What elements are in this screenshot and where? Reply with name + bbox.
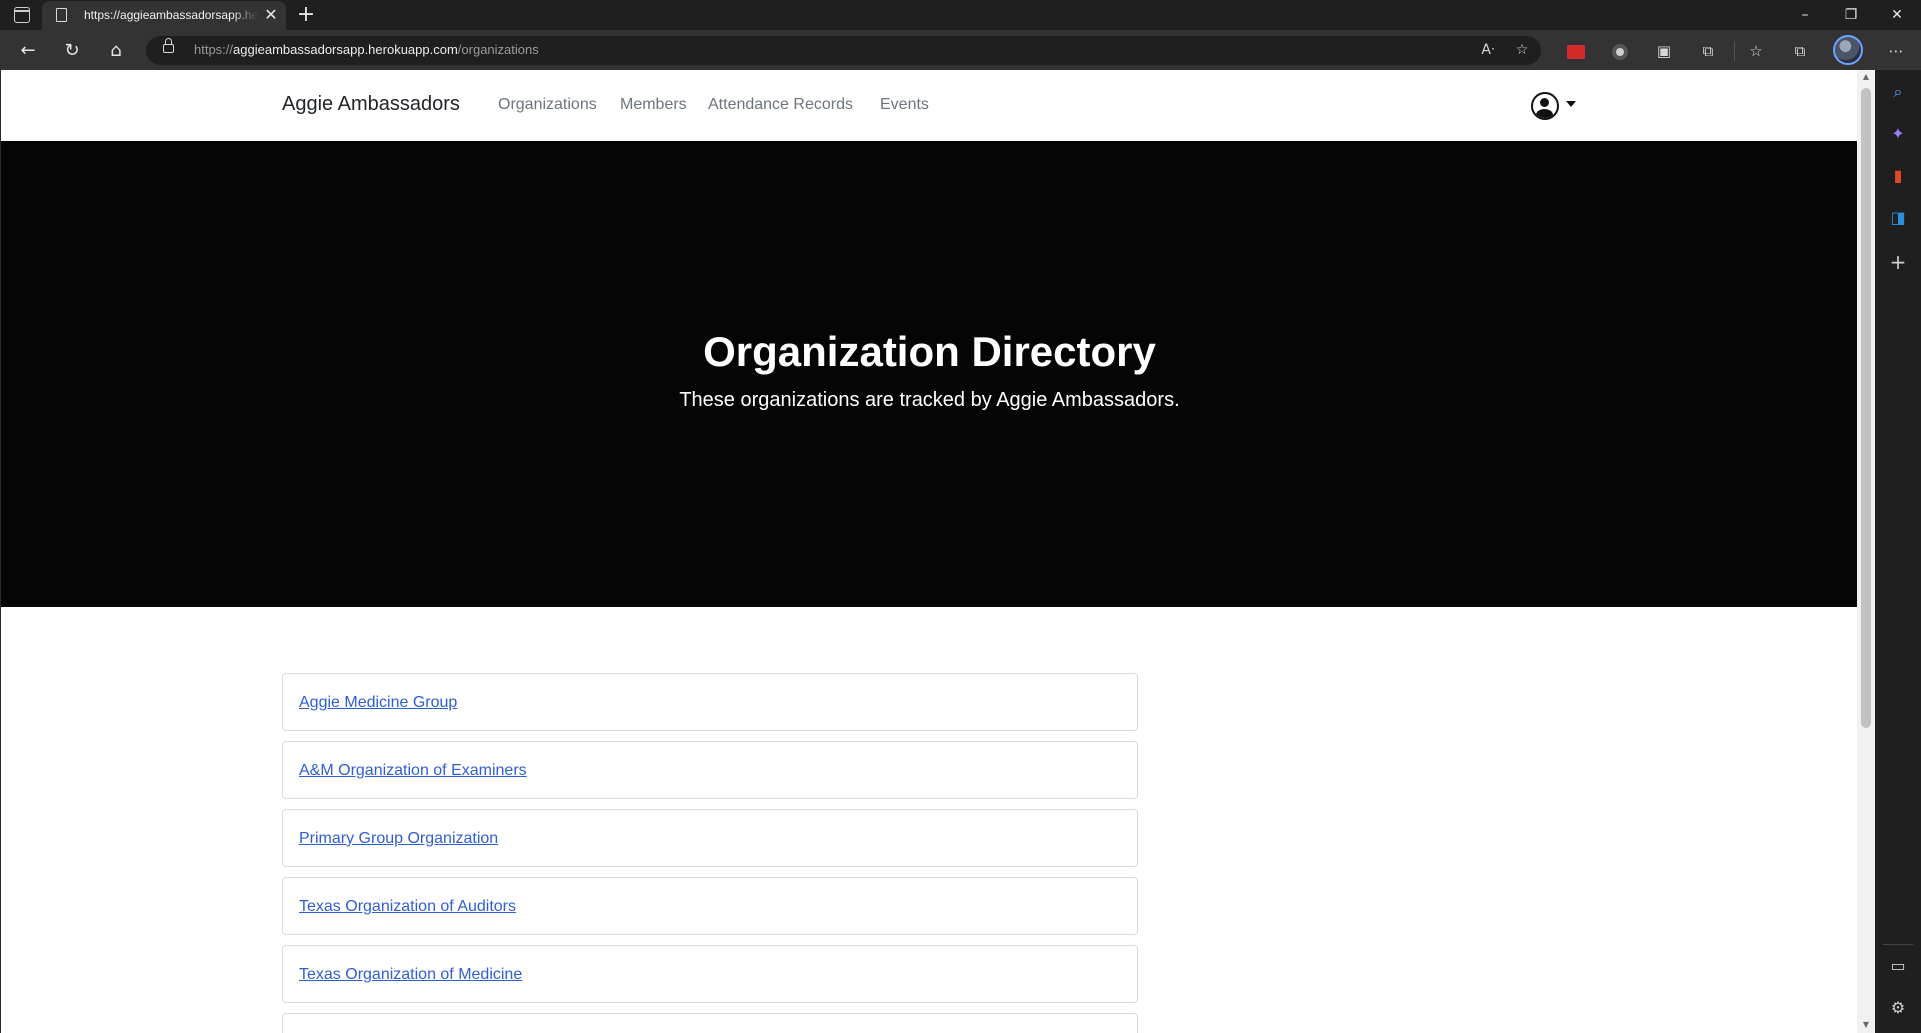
caret-down-icon (1566, 101, 1576, 107)
add-favorite-icon[interactable]: ☆ (1510, 38, 1534, 62)
page-icon (56, 8, 67, 22)
organization-link[interactable]: Texas Organization of Medicine (299, 966, 522, 984)
profile-avatar[interactable] (1833, 35, 1863, 65)
nav-link-events[interactable]: Events (880, 96, 929, 114)
tab-actions-icon[interactable] (14, 7, 30, 23)
extension-red-icon[interactable] (1561, 36, 1591, 66)
close-window-button[interactable]: ✕ (1874, 0, 1920, 30)
list-item: Texas Organization of Medicine (282, 945, 1138, 1003)
page-viewport: Aggie Ambassadors Organizations Members … (0, 70, 1857, 1033)
browser-tab-strip: https://aggieambassadorsapp.herokuapp.co… (0, 0, 1921, 30)
edge-sidebar: ⌕ ✦ ▮ ◨ + ▭ ⚙ (1875, 70, 1921, 1033)
outlook-icon[interactable]: ◨ (1884, 204, 1912, 232)
sidebar-search-icon[interactable]: ⌕ (1884, 78, 1912, 106)
collections-icon[interactable]: ⧉ (1785, 36, 1815, 66)
site-navbar: Aggie Ambassadors Organizations Members … (1, 70, 1857, 140)
list-item: A&M Organization of Examiners (282, 741, 1138, 799)
toolbar-separator (1734, 41, 1735, 61)
sidebar-settings-icon[interactable]: ⚙ (1884, 994, 1912, 1022)
page-subtitle: These organizations are tracked by Aggie… (679, 389, 1180, 411)
nav-link-members[interactable]: Members (620, 96, 687, 114)
page-title: Organization Directory (703, 328, 1156, 375)
scroll-down-icon[interactable]: ▼ (1861, 1020, 1871, 1030)
sidebar-add-icon[interactable]: + (1884, 248, 1912, 276)
organization-link[interactable]: Texas Organization of Auditors (299, 898, 516, 916)
extensions-icon[interactable]: ⧉ (1693, 36, 1723, 66)
organization-link[interactable]: Aggie Medicine Group (299, 694, 457, 712)
browser-tab-active[interactable]: https://aggieambassadorsapp.herokuapp.co… (42, 1, 286, 30)
hero-banner: Organization Directory These organizatio… (1, 141, 1857, 607)
back-button[interactable]: ← (14, 37, 42, 65)
extension-grey-icon[interactable]: ▣ (1649, 36, 1679, 66)
url-text[interactable]: https://aggieambassadorsapp.herokuapp.co… (194, 42, 539, 57)
lock-icon[interactable] (163, 38, 174, 53)
page-scrollbar[interactable]: ▲ ▼ (1857, 70, 1875, 1033)
tab-close-icon[interactable]: ✕ (262, 5, 280, 25)
user-menu-dropdown[interactable] (1531, 92, 1581, 122)
sidebar-panel-icon[interactable]: ▭ (1884, 952, 1912, 980)
office-icon[interactable]: ▮ (1884, 162, 1912, 190)
url-path: /organizations (457, 42, 539, 57)
scroll-up-icon[interactable]: ▲ (1861, 72, 1871, 82)
home-button[interactable]: ⌂ (102, 37, 130, 65)
restore-button[interactable]: ❐ (1828, 0, 1874, 30)
address-bar[interactable]: https://aggieambassadorsapp.herokuapp.co… (146, 36, 1541, 65)
list-item: Aggie Medicine Group (282, 673, 1138, 731)
site-brand[interactable]: Aggie Ambassadors (282, 93, 460, 116)
organization-list: Aggie Medicine Group A&M Organization of… (282, 673, 1138, 1033)
new-tab-button[interactable]: + (295, 2, 317, 28)
nav-link-organizations[interactable]: Organizations (498, 96, 597, 114)
browser-toolbar: ← ↻ ⌂ https://aggieambassadorsapp.heroku… (0, 30, 1921, 70)
list-item: Texas Organization of Auditors (282, 877, 1138, 935)
organization-link[interactable]: A&M Organization of Examiners (299, 762, 527, 780)
nav-link-attendance-records[interactable]: Attendance Records (708, 96, 853, 114)
scroll-thumb[interactable] (1861, 88, 1871, 728)
sidebar-separator (1883, 944, 1913, 945)
extension-circle-icon[interactable] (1605, 36, 1635, 66)
user-circle-icon (1531, 92, 1559, 120)
refresh-button[interactable]: ↻ (58, 37, 86, 65)
organization-link[interactable]: Primary Group Organization (299, 830, 498, 848)
tab-title: https://aggieambassadorsapp.herokuapp.co… (84, 8, 258, 22)
url-host: aggieambassadorsapp.herokuapp.com (233, 42, 458, 57)
minimize-button[interactable]: – (1782, 0, 1828, 30)
more-menu-icon[interactable]: ⋯ (1881, 36, 1911, 66)
url-protocol: https:// (194, 42, 234, 57)
list-item: Primary Group Organization (282, 809, 1138, 867)
copilot-icon[interactable]: ✦ (1884, 120, 1912, 148)
list-item (282, 1013, 1138, 1033)
read-aloud-icon[interactable]: Aᐧ (1476, 38, 1500, 62)
favorites-icon[interactable]: ☆ (1741, 36, 1771, 66)
